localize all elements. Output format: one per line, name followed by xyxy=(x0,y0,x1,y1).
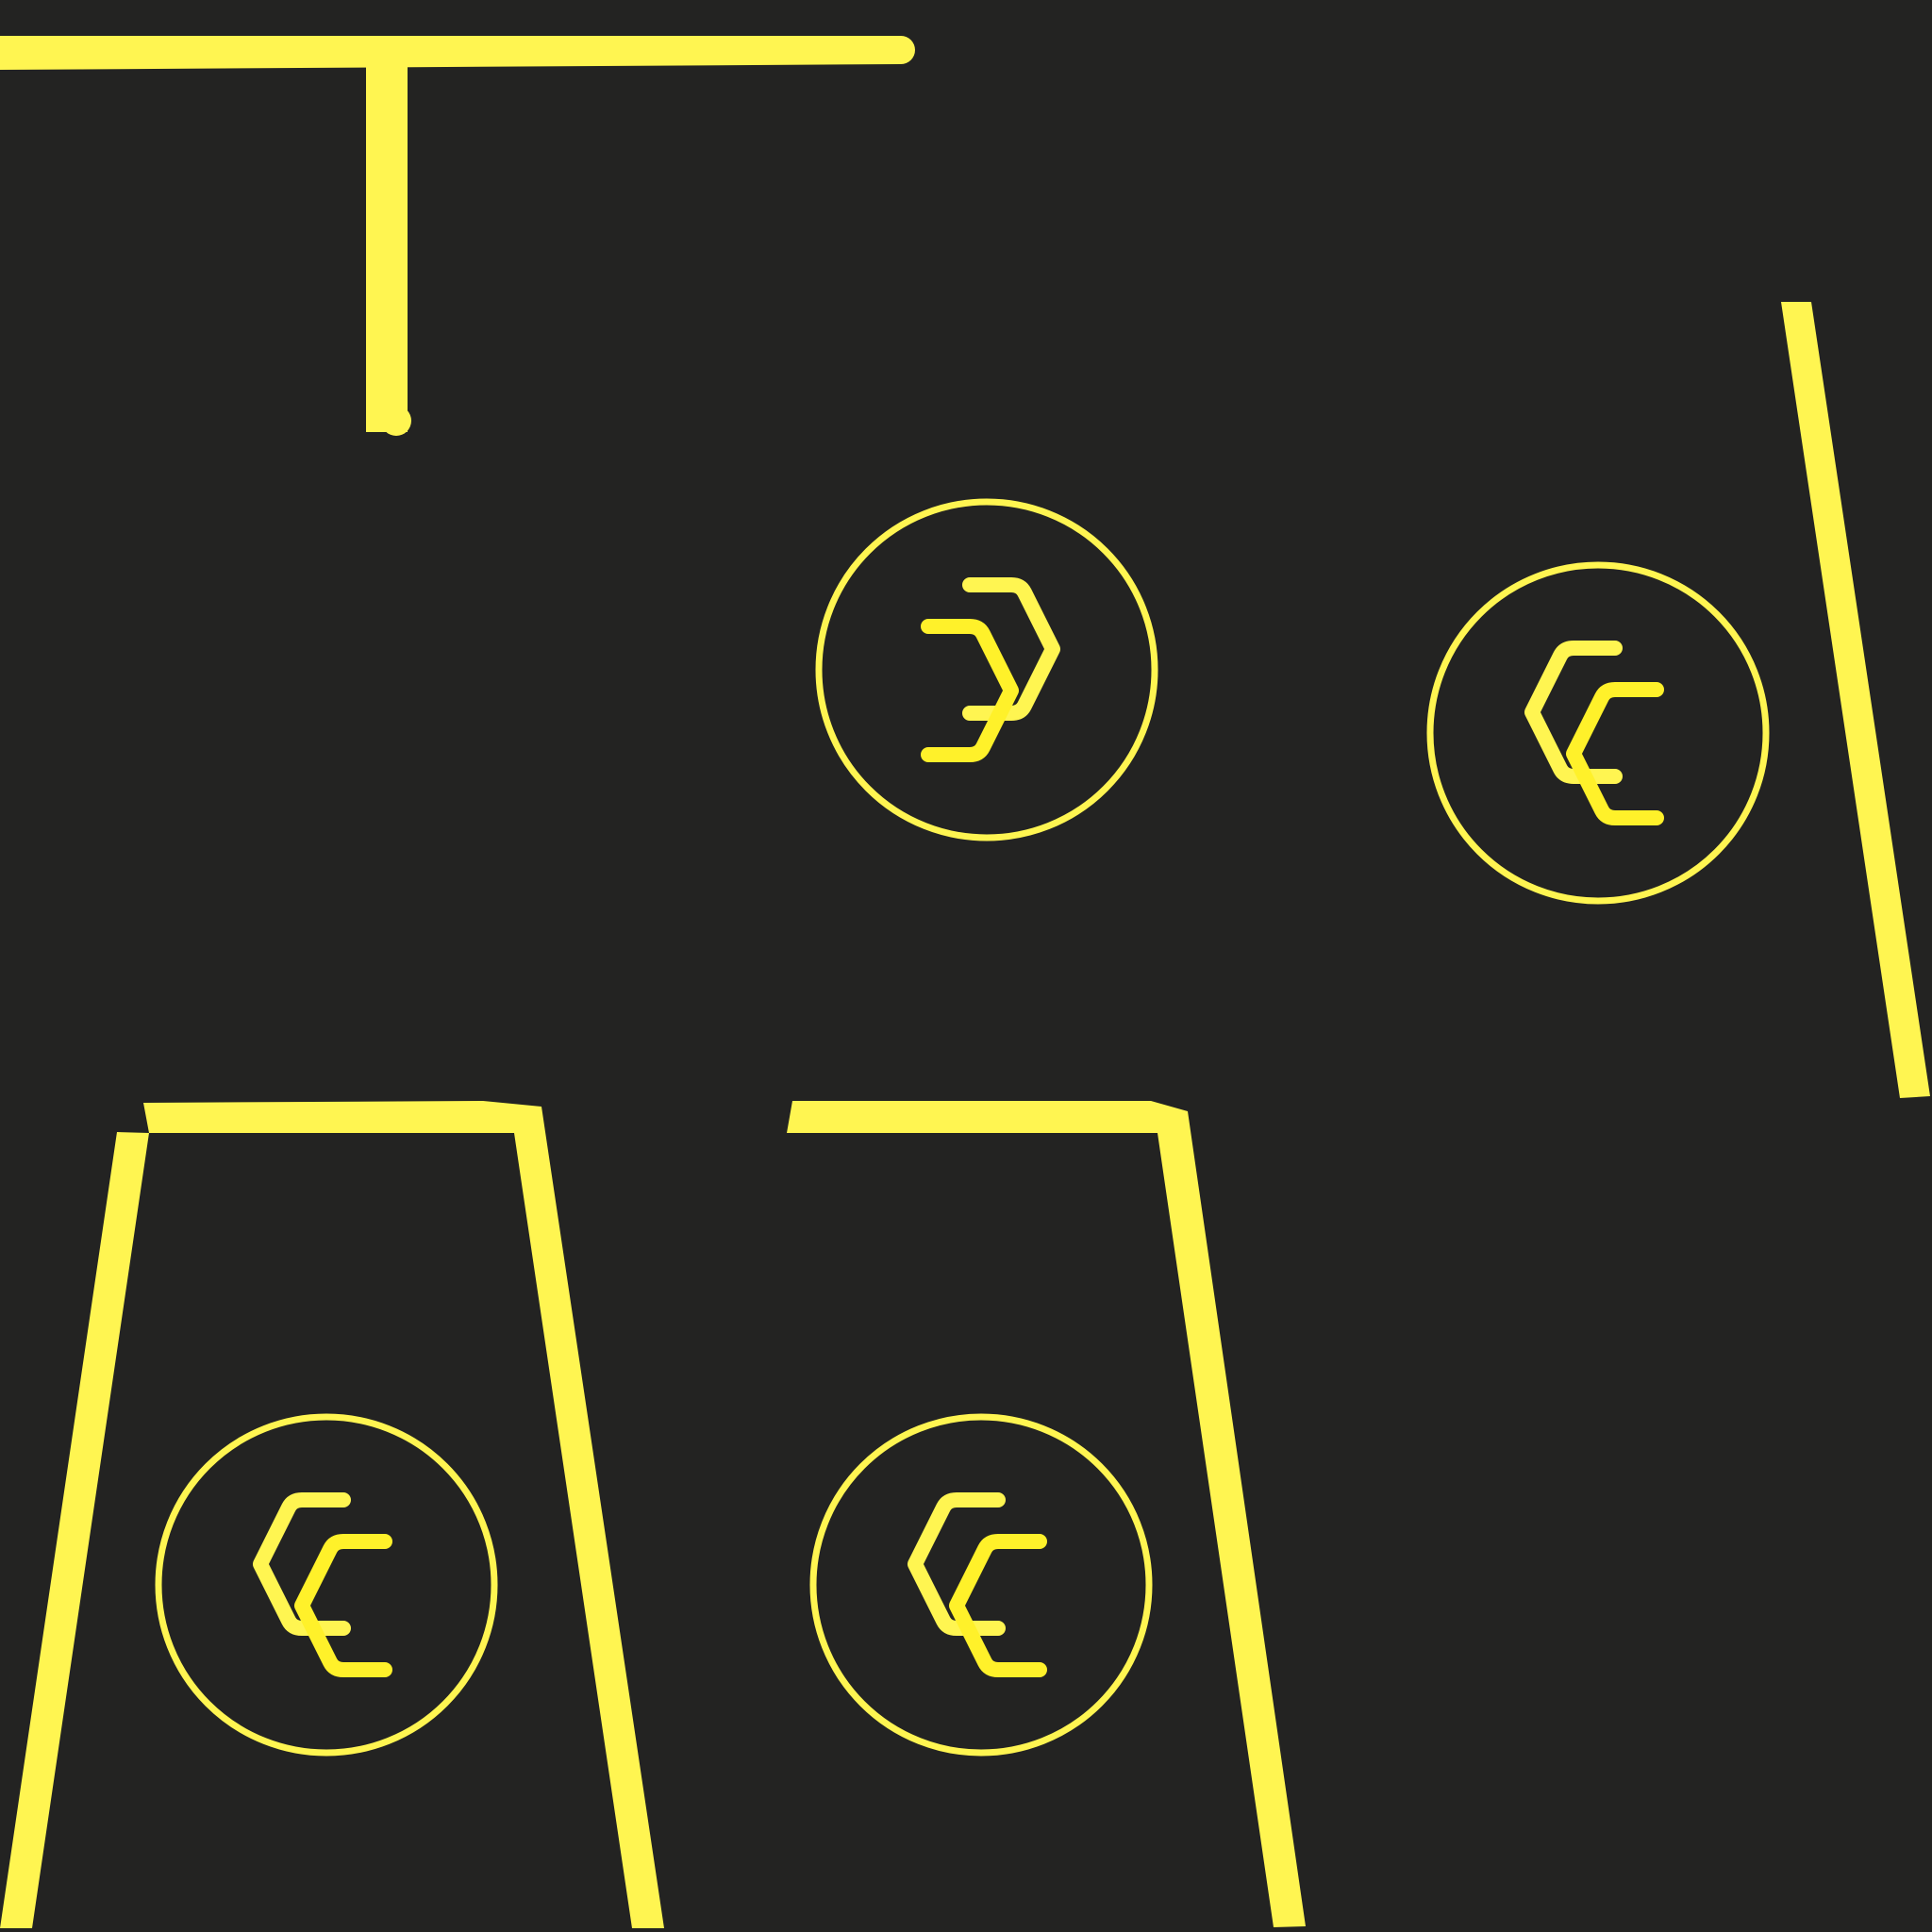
double-chevron-left-button-bottom-middle[interactable] xyxy=(809,1413,1153,1757)
t-hanger-stem-cap xyxy=(381,406,411,436)
double-chevron-icon xyxy=(921,577,1060,762)
t-hanger xyxy=(0,36,915,436)
double-chevron-right-button[interactable] xyxy=(815,498,1158,841)
double-chevron-icon xyxy=(1524,641,1664,825)
button-ring xyxy=(155,1413,498,1757)
double-chevron-left-button[interactable] xyxy=(1426,561,1770,905)
t-hanger-bar-cap xyxy=(887,36,915,64)
canvas xyxy=(0,36,1930,1928)
double-chevron-icon xyxy=(908,1492,1047,1677)
double-chevron-left-button-bottom-left[interactable] xyxy=(155,1413,498,1757)
button-ring xyxy=(809,1413,1153,1757)
t-hanger-stem xyxy=(366,51,408,432)
t-hanger-bar xyxy=(0,36,913,70)
right-slant-line xyxy=(1781,302,1930,1098)
trapezoid-panel-left xyxy=(0,1101,664,1928)
chevron-front-icon xyxy=(294,1534,392,1677)
chevron-front-icon xyxy=(921,619,1019,762)
chevron-front-icon xyxy=(949,1534,1047,1677)
trapezoid-panel-middle xyxy=(787,1101,1306,1927)
button-ring xyxy=(1426,561,1770,905)
chevron-front-icon xyxy=(1566,682,1664,825)
button-ring xyxy=(815,498,1158,841)
double-chevron-icon xyxy=(253,1492,392,1677)
